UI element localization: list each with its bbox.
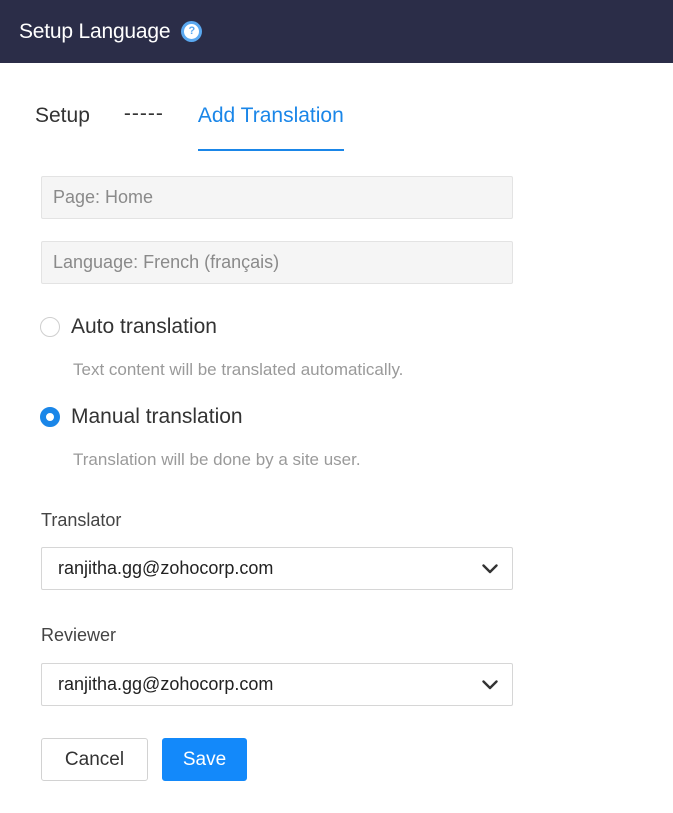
- translator-select[interactable]: ranjitha.gg@zohocorp.com: [41, 547, 513, 590]
- tab-bar: Setup ----- Add Translation: [35, 100, 344, 151]
- page-title: Setup Language: [19, 19, 171, 43]
- page-field: Page: Home: [41, 176, 513, 219]
- save-button[interactable]: Save: [162, 738, 247, 781]
- auto-translation-option[interactable]: Auto translation: [40, 315, 217, 339]
- manual-translation-option[interactable]: Manual translation: [40, 405, 243, 429]
- tab-add-translation[interactable]: Add Translation: [197, 100, 344, 151]
- chevron-down-icon: [482, 561, 498, 577]
- help-icon[interactable]: ?: [181, 21, 203, 42]
- question-mark-glyph: ?: [184, 24, 200, 39]
- reviewer-value: ranjitha.gg@zohocorp.com: [58, 674, 274, 694]
- language-field: Language: French (français): [41, 241, 513, 284]
- auto-translation-description: Text content will be translated automati…: [73, 360, 404, 379]
- tab-setup[interactable]: Setup: [35, 100, 90, 132]
- chevron-down-icon: [482, 677, 498, 693]
- header-bar: Setup Language ?: [0, 0, 673, 63]
- cancel-button[interactable]: Cancel: [41, 738, 148, 781]
- manual-translation-label: Manual translation: [71, 405, 243, 428]
- reviewer-label: Reviewer: [41, 625, 117, 645]
- translator-label: Translator: [41, 510, 122, 530]
- manual-translation-description: Translation will be done by a site user.: [73, 450, 361, 469]
- reviewer-select[interactable]: ranjitha.gg@zohocorp.com: [41, 663, 513, 706]
- manual-translation-radio[interactable]: [40, 407, 60, 427]
- auto-translation-label: Auto translation: [71, 315, 217, 338]
- tab-separator: -----: [123, 102, 164, 125]
- translator-value: ranjitha.gg@zohocorp.com: [58, 558, 274, 578]
- auto-translation-radio[interactable]: [40, 317, 60, 337]
